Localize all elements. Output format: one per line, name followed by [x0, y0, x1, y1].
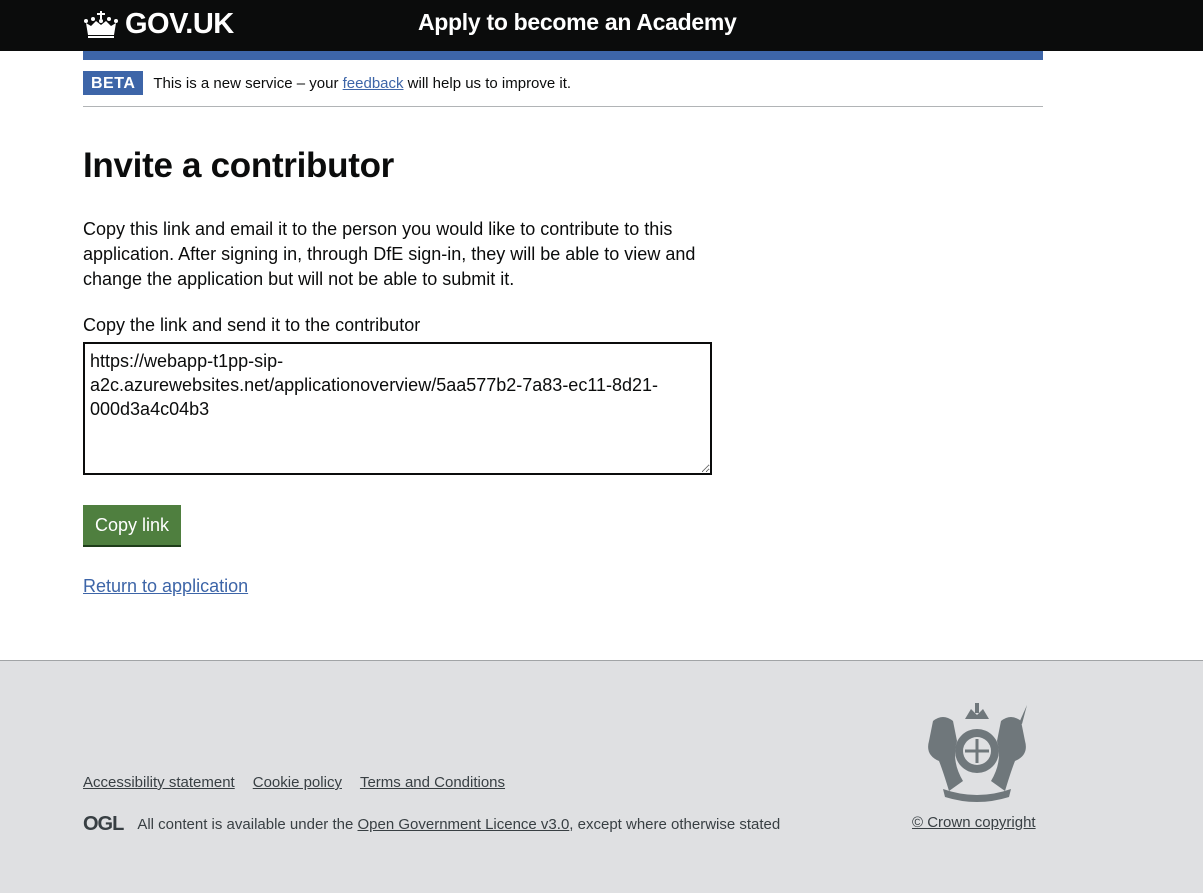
- phase-text-before: This is a new service – your: [153, 75, 343, 92]
- crown-copyright-link[interactable]: © Crown copyright: [912, 814, 1036, 831]
- intro-text: Copy this link and email it to the perso…: [83, 219, 696, 289]
- footer-link-cookies[interactable]: Cookie policy: [253, 774, 342, 791]
- footer-link-terms[interactable]: Terms and Conditions: [360, 774, 505, 791]
- licence-statement: OGL All content is available under the O…: [83, 813, 780, 836]
- phase-tag: BETA: [83, 71, 144, 95]
- phase-text: This is a new service – your feedback wi…: [153, 71, 571, 96]
- logo-text: GOV.UK: [125, 7, 234, 40]
- header-blue-bar: [83, 51, 1043, 60]
- govuk-logo-link[interactable]: GOV.UK: [83, 8, 234, 40]
- site-footer: Accessibility statement Cookie policy Te…: [0, 660, 1203, 893]
- service-name-link[interactable]: Apply to become an Academy: [418, 9, 737, 36]
- crown-icon: [84, 11, 118, 38]
- footer-link-accessibility[interactable]: Accessibility statement: [83, 774, 235, 791]
- feedback-link[interactable]: feedback: [343, 75, 404, 92]
- licence-text-before: All content is available under the: [137, 816, 354, 833]
- link-field-label: Copy the link and send it to the contrib…: [83, 315, 421, 335]
- page-title: Invite a contributor: [83, 146, 394, 185]
- royal-coat-of-arms-icon: [928, 703, 1027, 802]
- footer-links: Accessibility statement Cookie policy Te…: [83, 774, 505, 791]
- copy-link-button[interactable]: Copy link: [83, 505, 182, 545]
- contributor-link-textarea[interactable]: https://webapp-t1pp-sip-a2c.azurewebsite…: [83, 342, 712, 475]
- licence-text-after: , except where otherwise stated: [569, 816, 781, 833]
- phase-text-after: will help us to improve it.: [403, 75, 572, 92]
- ogl-logo-icon: OGL: [83, 813, 124, 835]
- phase-banner: BETA This is a new service – your feedba…: [83, 71, 1043, 107]
- site-header: GOV.UK Apply to become an Academy: [0, 0, 1203, 51]
- return-to-application-link[interactable]: Return to application: [83, 576, 248, 597]
- open-government-licence-link[interactable]: Open Government Licence v3.0: [358, 816, 570, 833]
